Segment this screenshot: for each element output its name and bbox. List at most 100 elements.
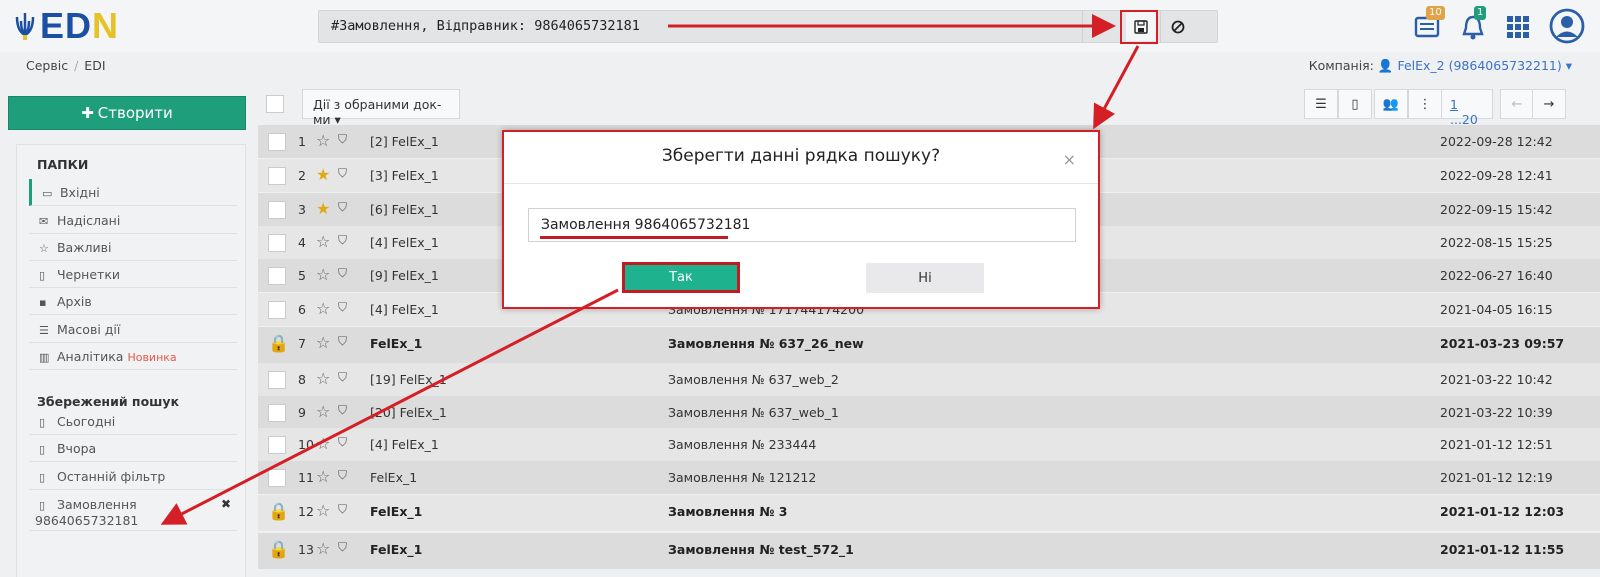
table-row[interactable]: 🔒 7 ☆ ⛉ FelEx_1 Замовлення № 637_26_new 2021-0… — [258, 327, 1600, 363]
company-label: Компанія: — [1308, 58, 1374, 73]
bookmark-icon[interactable]: ⛉ — [338, 502, 347, 517]
folder-archive[interactable]: ▪ Архів — [29, 288, 237, 315]
bookmark-icon[interactable]: ⛉ — [338, 370, 347, 385]
table-row[interactable]: 11 ☆ ⛉ FelEx_1 Замовлення № 121212 2021-01-12… — [258, 461, 1600, 494]
confirm-no-button[interactable]: Ні — [866, 263, 984, 293]
row-checkbox[interactable] — [268, 301, 286, 319]
company-dropdown[interactable]: 👤 FelEx_2 (9864065732211) ▾ — [1378, 58, 1572, 73]
select-all-checkbox[interactable] — [266, 95, 284, 113]
search-arrow-icon[interactable]: ⇄ — [1082, 10, 1118, 43]
row-number: 1 — [298, 134, 306, 149]
close-icon[interactable]: × — [1063, 150, 1076, 169]
delete-saved-icon[interactable]: ✖ — [221, 497, 231, 512]
list-view-button[interactable]: ☰ — [1304, 89, 1338, 119]
bookmark-icon[interactable]: ⛉ — [338, 334, 347, 349]
clear-search-button[interactable] — [1160, 10, 1194, 43]
bookmark-icon[interactable]: ⛉ — [338, 233, 347, 248]
table-row[interactable]: 🔒 12 ☆ ⛉ FelEx_1 Замовлення № 3 2021-01-12 12:… — [258, 495, 1600, 531]
row-checkbox[interactable] — [268, 371, 286, 389]
row-checkbox[interactable] — [268, 469, 286, 487]
star-icon[interactable]: ☆ — [316, 501, 330, 520]
star-icon[interactable]: ☆ — [316, 333, 330, 352]
row-date: 2022-09-15 15:42 — [1440, 202, 1553, 217]
star-icon[interactable]: ☆ — [316, 232, 330, 251]
saved-last-filter[interactable]: ▯ Останній фільтр — [29, 463, 237, 490]
star-icon[interactable]: ☆ — [316, 131, 330, 150]
row-checkbox[interactable] — [268, 436, 286, 454]
create-button[interactable]: ✚ Створити — [8, 96, 246, 130]
row-checkbox[interactable] — [268, 404, 286, 422]
folder-important[interactable]: ☆ Важливі — [29, 234, 237, 261]
group-view-button[interactable]: 👥 — [1374, 89, 1408, 119]
sidebar: ✚ Створити ПАПКИ ▭ Вхідні ✉ Надіслані ☆ В… — [8, 92, 246, 577]
table-row[interactable]: 10 ☆ ⛉ [4] FelEx_1 Замовлення № 233444 2021-0… — [258, 428, 1600, 461]
bookmark-icon[interactable]: ⛉ — [338, 540, 347, 555]
saved-today[interactable]: ▯ Сьогодні — [29, 408, 237, 435]
plus-icon: ✚ — [81, 104, 94, 122]
breadcrumb-edi[interactable]: EDI — [84, 58, 105, 73]
bookmark-icon[interactable]: ⛉ — [338, 435, 347, 450]
folder-label: Вхідні — [59, 185, 100, 200]
folder-inbox[interactable]: ▭ Вхідні — [29, 179, 237, 206]
folders-title: ПАПКИ — [37, 157, 89, 172]
breadcrumb-service[interactable]: Сервіс — [26, 58, 68, 73]
star-icon[interactable]: ☆ — [316, 467, 330, 486]
star-icon[interactable]: ★ — [316, 165, 330, 184]
saved-label-code: 9864065732181 — [35, 513, 139, 528]
row-checkbox[interactable] — [268, 234, 286, 252]
folder-sent[interactable]: ✉ Надіслані — [29, 207, 237, 234]
docs-badge: 10 — [1426, 6, 1445, 20]
star-icon[interactable]: ☆ — [316, 369, 330, 388]
company-selector: Компанія: 👤 FelEx_2 (9864065732211) ▾ — [1309, 58, 1572, 74]
saved-label: Вчора — [56, 441, 97, 456]
row-number: 10 — [298, 437, 314, 452]
saved-yesterday[interactable]: ▯ Вчора — [29, 435, 237, 462]
folder-bulk[interactable]: ☰ Масові дії — [29, 316, 237, 343]
row-subject: Замовлення № 637_26_new — [668, 336, 864, 351]
documents-button[interactable]: 10 — [1412, 6, 1445, 44]
more-button[interactable]: ⋮ — [1408, 89, 1442, 119]
folder-analytics[interactable]: ▥ Аналітика Новинка — [29, 343, 237, 370]
bookmark-icon[interactable]: ⛉ — [338, 468, 347, 483]
grid-icon — [1507, 16, 1529, 38]
doc-view-button[interactable]: ▯ — [1338, 89, 1372, 119]
row-subject: Замовлення № 637_web_2 — [668, 372, 839, 387]
bookmark-icon[interactable]: ⛉ — [338, 166, 347, 181]
row-checkbox[interactable] — [268, 267, 286, 285]
apps-button[interactable] — [1505, 8, 1533, 44]
user-avatar[interactable] — [1549, 8, 1585, 44]
row-sender: FelEx_1 — [370, 470, 418, 485]
bookmark-icon[interactable]: ⛉ — [338, 403, 347, 418]
bookmark-icon[interactable]: ⛉ — [338, 300, 347, 315]
row-checkbox[interactable] — [268, 201, 286, 219]
bookmark-icon[interactable]: ⛉ — [338, 266, 347, 281]
next-page-button[interactable]: → — [1532, 89, 1566, 119]
table-row[interactable]: 8 ☆ ⛉ [19] FelEx_1 Замовлення № 637_web_2 202… — [258, 363, 1600, 396]
row-sender: [4] FelEx_1 — [370, 437, 439, 452]
user-icon — [1549, 8, 1585, 44]
bookmark-icon[interactable]: ⛉ — [338, 200, 347, 215]
notifications-button[interactable]: 1 — [1460, 6, 1488, 44]
edin-logo[interactable]: EDN — [14, 5, 119, 46]
star-icon[interactable]: ☆ — [316, 265, 330, 284]
bookmark-icon[interactable]: ⛉ — [338, 132, 347, 147]
table-row[interactable]: 9 ☆ ⛉ [20] FelEx_1 Замовлення № 637_web_1 202… — [258, 396, 1600, 429]
star-icon[interactable]: ☆ — [316, 299, 330, 318]
row-number: 2 — [298, 168, 306, 183]
star-icon[interactable]: ☆ — [316, 434, 330, 453]
folder-drafts[interactable]: ▯ Чернетки — [29, 261, 237, 288]
folder-label: Аналітика — [56, 349, 124, 364]
bulk-actions-dropdown[interactable]: Дії з обраними док-ми ▾ — [302, 89, 460, 127]
row-checkbox[interactable] — [268, 167, 286, 185]
row-number: 4 — [298, 235, 306, 250]
pagination[interactable]: 1 ...20 — [1441, 89, 1493, 127]
row-checkbox[interactable] — [268, 133, 286, 151]
table-row[interactable]: 🔒 13 ☆ ⛉ FelEx_1 Замовлення № test_572_1 2021-… — [258, 533, 1600, 569]
draft-icon: ▯ — [39, 269, 46, 282]
saved-order-search[interactable]: ▯ Замовлення 9864065732181 ✖ — [29, 491, 237, 531]
confirm-yes-button[interactable]: Так — [622, 262, 740, 293]
star-icon[interactable]: ★ — [316, 199, 330, 218]
star-icon[interactable]: ☆ — [316, 402, 330, 421]
star-icon[interactable]: ☆ — [316, 539, 330, 558]
prev-page-button[interactable]: ← — [1500, 89, 1534, 119]
